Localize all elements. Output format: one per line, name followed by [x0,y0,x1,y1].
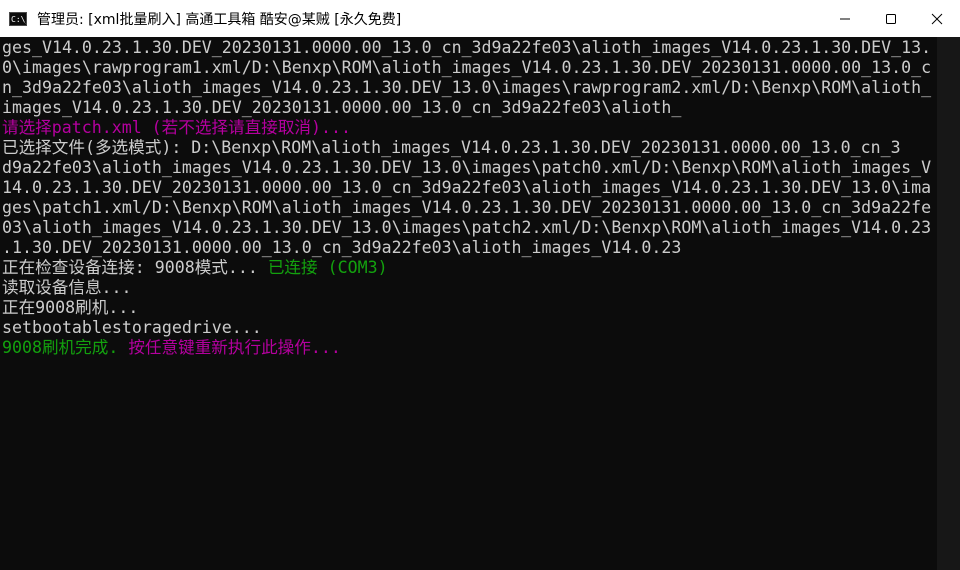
console-line: ges\patch1.xml/D:\Benxp\ROM\alioth_image… [2,198,932,217]
maximize-button[interactable] [868,0,914,37]
close-button[interactable] [914,0,960,37]
maximize-icon [886,13,896,24]
patch-prompt-line: 请选择patch.xml (若不选择请直接取消)... [2,118,351,137]
flash-complete-text: 9008刷机完成. [2,338,129,357]
console-line: d9a22fe03\alioth_images_V14.0.23.1.30.DE… [2,158,932,177]
done-line: 9008刷机完成. 按任意键重新执行此操作... [2,338,936,358]
flashing-line: 正在9008刷机... [2,298,139,317]
console-line: 03\alioth_images_V14.0.23.1.30.DEV_13.0\… [2,218,932,237]
connection-status: 已连接 (COM3) [267,258,388,277]
window-title: 管理员: [xml批量刷入] 高通工具箱 酷安@某贼 [永久免费] [37,11,402,28]
console-line: images_V14.0.23.1.30.DEV_20230131.0000.0… [2,98,682,117]
console-line: 0\images\rawprogram1.xml/D:\Benxp\ROM\al… [2,58,932,77]
press-any-key-prompt: 按任意键重新执行此操作... [128,338,341,357]
console-line: ges_V14.0.23.1.30.DEV_20230131.0000.00_1… [2,38,932,57]
vertical-scrollbar[interactable] [937,37,960,570]
console-window: C:\_ 管理员: [xml批量刷入] 高通工具箱 酷安@某贼 [永久免费] g… [0,0,960,570]
title-bar[interactable]: C:\_ 管理员: [xml批量刷入] 高通工具箱 酷安@某贼 [永久免费] [0,0,960,37]
console-output[interactable]: ges_V14.0.23.1.30.DEV_20230131.0000.00_1… [2,38,936,570]
window-controls [822,0,960,37]
console-line: 14.0.23.1.30.DEV_20230131.0000.00_13.0_c… [2,178,932,197]
setboot-line: setbootablestoragedrive... [2,318,262,337]
cmd-icon[interactable]: C:\_ [9,11,27,26]
minimize-button[interactable] [822,0,868,37]
device-check-text: 正在检查设备连接: 9008模式... [2,258,268,277]
console-line: 已选择文件(多选模式): D:\Benxp\ROM\alioth_images_… [2,138,901,157]
read-info-line: 读取设备信息... [2,278,132,297]
console-line: n_3d9a22fe03\alioth_images_V14.0.23.1.30… [2,78,932,97]
minimize-icon [840,18,850,19]
console-line: .1.30.DEV_20230131.0000.00_13.0_cn_3d9a2… [2,238,682,257]
close-icon [931,13,943,24]
device-check-line: 正在检查设备连接: 9008模式... 已连接 (COM3) [2,258,936,278]
